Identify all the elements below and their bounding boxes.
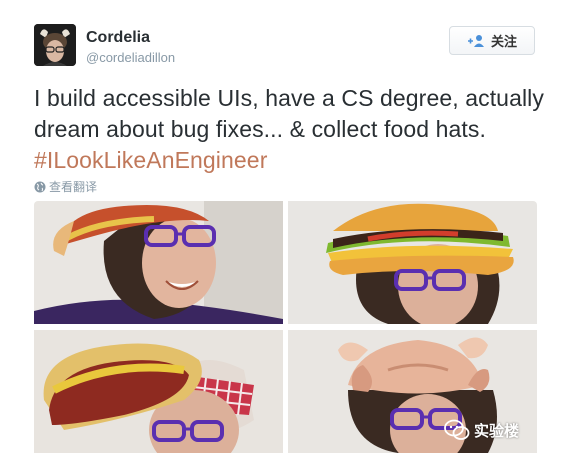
photo-1-image [34,201,283,324]
watermark: 实验楼 [444,419,519,441]
tweet-body: I build accessible UIs, have a CS degree… [34,85,544,142]
translate-link[interactable]: 查看翻译 [34,178,97,195]
avatar[interactable] [34,24,76,66]
add-user-icon [467,34,485,48]
watermark-text: 实验楼 [473,422,519,440]
globe-icon [34,181,46,193]
hashtag-link[interactable]: #ILookLikeAnEngineer [34,147,267,173]
avatar-image [34,24,76,66]
photo-3-image [34,330,283,453]
tweet-text: I build accessible UIs, have a CS degree… [34,83,544,176]
photo-1[interactable] [34,201,283,324]
photo-3[interactable] [34,330,283,453]
author-name[interactable]: Cordelia [86,29,150,47]
photo-4[interactable]: 实验楼 [288,330,537,453]
translate-label: 查看翻译 [49,180,98,194]
wechat-icon [444,419,470,440]
follow-button[interactable]: 关注 [449,26,535,55]
author-handle[interactable]: @cordeliadillon [86,50,175,65]
photo-2[interactable] [288,201,537,324]
photo-2-image [288,201,537,324]
follow-label: 关注 [490,34,517,49]
photo-grid: 实验楼 [34,201,537,453]
